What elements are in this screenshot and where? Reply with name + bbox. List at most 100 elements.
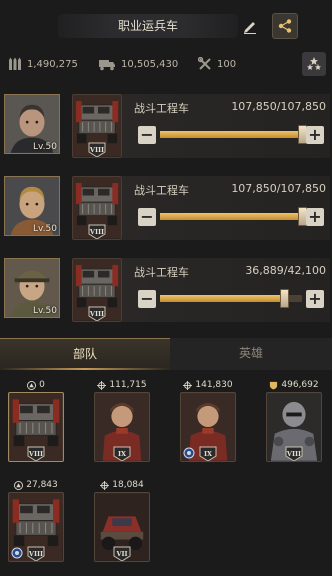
svg-text:VIII: VIII <box>89 310 104 318</box>
unit-name: 战斗工程车 <box>134 102 189 115</box>
troop-slot[interactable]: 496,692 VIII <box>266 378 322 464</box>
unit-allocation-panel: 战斗工程车 107,850/107,850 − + <box>122 94 330 158</box>
unit-count: 107,850/107,850 <box>231 100 326 113</box>
troop-count: 141,830 <box>195 380 233 390</box>
troop-slot[interactable]: 18,084 VII <box>94 478 150 564</box>
unit-allocation-panel: 战斗工程车 36,889/42,100 − + <box>122 258 330 322</box>
rank-badge-icon: VIII <box>27 546 45 561</box>
tools-stat: 100 <box>198 52 236 76</box>
share-icon <box>278 19 292 33</box>
troop-slot[interactable]: 111,715 IX <box>94 378 150 464</box>
troop-count-label: 18,084 <box>94 478 150 492</box>
svg-text:VIII: VIII <box>28 450 43 458</box>
tools-value: 100 <box>217 58 237 70</box>
wrench-icon <box>198 57 211 70</box>
shield-icon <box>270 381 278 390</box>
troop-card[interactable]: VIII <box>8 392 64 462</box>
stats-bar: 1,490,275 10,505,430 100 <box>0 52 332 76</box>
tab-bar: 部队 英雄 <box>0 338 332 370</box>
allocation-slider[interactable] <box>160 207 307 226</box>
gear-icon <box>11 547 23 559</box>
unit-count: 107,850/107,850 <box>231 182 326 195</box>
gear-icon <box>183 447 195 459</box>
stars-icon <box>307 57 321 70</box>
troop-card[interactable]: VIII <box>266 392 322 462</box>
hero-portrait[interactable]: Lv.50 <box>4 94 60 154</box>
troop-card[interactable]: IX <box>94 392 150 462</box>
allocation-slider[interactable] <box>160 125 307 144</box>
crosshair-icon <box>97 380 107 390</box>
vehicle-card[interactable]: VIII <box>72 176 122 240</box>
header-title: 职业运兵车 <box>58 14 238 38</box>
hero-level: Lv.50 <box>33 306 57 316</box>
pencil-icon <box>244 22 256 34</box>
troop-card[interactable]: VII <box>94 492 150 562</box>
allocation-slider[interactable] <box>160 289 302 308</box>
slider-fill <box>160 213 302 220</box>
assignment-row: Lv.50 VIII 战斗工程车 107,850/107,850 − + <box>0 176 332 252</box>
rank-badge-icon: VIII <box>285 446 303 461</box>
decrease-button[interactable]: − <box>138 126 156 144</box>
transport-stat: 10,505,430 <box>98 52 178 76</box>
assignment-row: Lv.50 VIII 战斗工程车 36,889/42,100 − + <box>0 258 332 334</box>
edit-name-button[interactable] <box>238 14 262 38</box>
ammo-icon <box>9 57 21 70</box>
troop-card[interactable]: IX <box>180 392 236 462</box>
svg-text:VII: VII <box>115 550 127 558</box>
share-button[interactable] <box>272 13 298 39</box>
triangle-icon <box>27 380 37 390</box>
unit-allocation-panel: 战斗工程车 107,850/107,850 − + <box>122 176 330 240</box>
decrease-button[interactable]: − <box>138 208 156 226</box>
rank-badge-icon: IX <box>113 446 131 461</box>
vehicle-card[interactable]: VIII <box>72 94 122 158</box>
svg-text:VIII: VIII <box>286 450 301 458</box>
triangle-icon <box>14 480 24 490</box>
increase-button[interactable]: + <box>306 208 324 226</box>
rank-badge-icon: VIII <box>88 224 106 239</box>
tab-heroes[interactable]: 英雄 <box>170 338 332 370</box>
slider-fill <box>160 295 284 302</box>
unit-name: 战斗工程车 <box>134 266 189 279</box>
assignment-row: Lv.50 VIII 战斗工程车 107,850/107,850 − + <box>0 94 332 170</box>
troop-count: 0 <box>39 380 45 390</box>
hero-portrait[interactable]: Lv.50 <box>4 176 60 236</box>
vehicle-card[interactable]: VIII <box>72 258 122 322</box>
svg-text:IX: IX <box>118 450 127 458</box>
rank-badge-icon: VIII <box>88 142 106 157</box>
troop-count-label: 111,715 <box>94 378 150 392</box>
rank-badge-icon: VIII <box>88 306 106 321</box>
troop-slot[interactable]: 141,830 IX <box>180 378 236 464</box>
svg-text:IX: IX <box>204 450 213 458</box>
troop-count: 111,715 <box>109 380 147 390</box>
unit-count: 36,889/42,100 <box>245 264 326 277</box>
troop-count-label: 141,830 <box>180 378 236 392</box>
tab-troops[interactable]: 部队 <box>0 338 170 370</box>
svg-text:VIII: VIII <box>28 550 43 558</box>
troop-card[interactable]: VIII <box>8 492 64 562</box>
rating-button[interactable] <box>302 52 326 76</box>
decrease-button[interactable]: − <box>138 290 156 308</box>
increase-button[interactable]: + <box>306 290 324 308</box>
troop-count-label: 27,843 <box>8 478 64 492</box>
crosshair-icon <box>100 480 110 490</box>
svg-text:VIII: VIII <box>89 146 104 154</box>
troop-slot[interactable]: 27,843 VIII <box>8 478 64 564</box>
increase-button[interactable]: + <box>306 126 324 144</box>
hero-portrait[interactable]: Lv.50 <box>4 258 60 318</box>
troop-count: 27,843 <box>26 480 58 490</box>
ammo-stat: 1,490,275 <box>8 52 78 76</box>
truck-icon <box>99 60 115 71</box>
hero-level: Lv.50 <box>33 142 57 152</box>
transport-value: 10,505,430 <box>121 58 179 70</box>
slider-fill <box>160 131 302 138</box>
hero-level: Lv.50 <box>33 224 57 234</box>
rank-badge-icon: VII <box>113 546 131 561</box>
crosshair-icon <box>183 380 193 390</box>
troop-count-label: 0 <box>8 378 64 392</box>
troop-count-label: 496,692 <box>266 378 322 392</box>
slider-thumb[interactable] <box>280 289 289 308</box>
rank-badge-icon: VIII <box>27 446 45 461</box>
unit-name: 战斗工程车 <box>134 184 189 197</box>
troop-slot[interactable]: 0 VIII <box>8 378 64 464</box>
rank-badge-icon: IX <box>199 446 217 461</box>
